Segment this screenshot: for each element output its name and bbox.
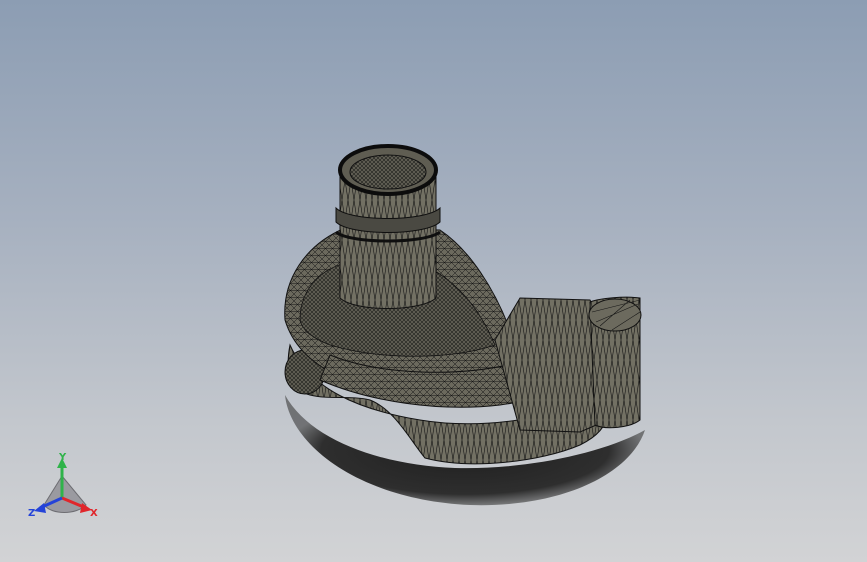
triad-x-label: X bbox=[90, 508, 98, 519]
orientation-triad[interactable]: Y X Z bbox=[0, 0, 867, 562]
triad-y-label: Y bbox=[58, 452, 67, 463]
triad-cone bbox=[43, 475, 87, 513]
triad-z-label: Z bbox=[28, 508, 35, 519]
graphics-viewport[interactable]: Y X Z bbox=[0, 0, 867, 562]
